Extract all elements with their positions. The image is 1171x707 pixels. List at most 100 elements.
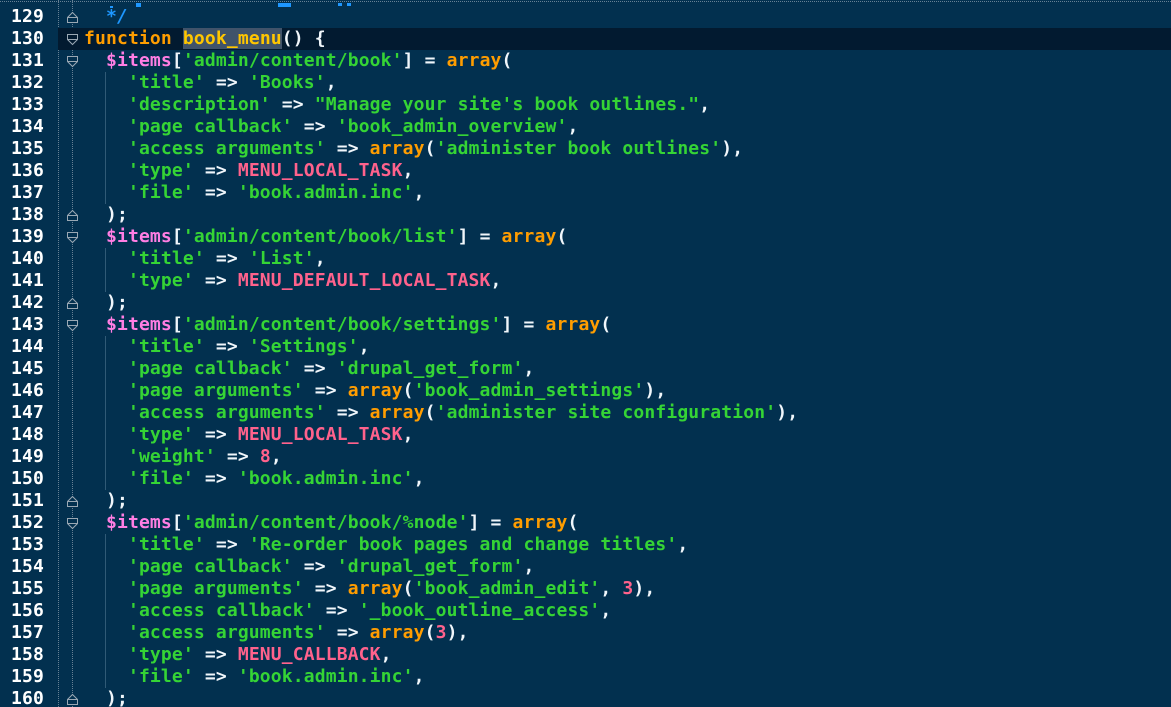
token-plain: ( [403, 578, 414, 599]
token-plain: ), [447, 622, 469, 643]
token-keyword: array [513, 512, 568, 533]
token-plain: , [600, 600, 611, 621]
token-plain: , [315, 248, 326, 269]
token-plain: ] = [403, 50, 447, 71]
fold-close-icon[interactable] [66, 297, 79, 310]
code-line[interactable]: 153 'title' => 'Re-order book pages and … [0, 534, 1171, 556]
token-keyword: array [348, 380, 403, 401]
token-string: 'type' [128, 160, 194, 181]
fold-close-icon[interactable] [66, 693, 79, 706]
token-string: '_book_outline_access' [359, 600, 601, 621]
token-variable: $items [106, 226, 172, 247]
token-string: 'admin/content/book/%node' [183, 512, 469, 533]
code-editor[interactable]: 129 */130function book_menu() {131 $item… [0, 0, 1171, 707]
code-line[interactable]: 151 ); [0, 490, 1171, 512]
token-number: 3 [622, 578, 633, 599]
code-line[interactable]: 135 'access arguments' => array('adminis… [0, 138, 1171, 160]
token-plain [84, 380, 128, 401]
fold-open-icon[interactable] [66, 517, 79, 530]
code-line[interactable]: 134 'page callback' => 'book_admin_overv… [0, 116, 1171, 138]
token-string: 'List' [249, 248, 315, 269]
line-number: 160 [0, 688, 44, 707]
line-number: 151 [0, 490, 44, 512]
code-line[interactable]: 152 $items['admin/content/book/%node'] =… [0, 512, 1171, 534]
token-plain: ] = [502, 314, 546, 335]
code-text: ); [84, 688, 128, 707]
code-line[interactable]: 138 ); [0, 204, 1171, 226]
code-line[interactable]: 159 'file' => 'book.admin.inc', [0, 666, 1171, 688]
token-string: 'access arguments' [128, 138, 326, 159]
line-number: 130 [0, 28, 44, 50]
token-string: 'weight' [128, 446, 216, 467]
line-number: 134 [0, 116, 44, 138]
token-plain: ( [567, 512, 578, 533]
token-string: 'page callback' [128, 556, 293, 577]
code-line[interactable]: 154 'page callback' => 'drupal_get_form'… [0, 556, 1171, 578]
code-line[interactable]: 155 'page arguments' => array('book_admi… [0, 578, 1171, 600]
token-plain: => [194, 160, 238, 181]
code-line[interactable]: 145 'page callback' => 'drupal_get_form'… [0, 358, 1171, 380]
fold-open-icon[interactable] [66, 55, 79, 68]
code-line[interactable]: 148 'type' => MENU_LOCAL_TASK, [0, 424, 1171, 446]
token-string: 'book.admin.inc' [238, 666, 414, 687]
token-plain [84, 270, 128, 291]
code-line[interactable]: 141 'type' => MENU_DEFAULT_LOCAL_TASK, [0, 270, 1171, 292]
token-plain: , [271, 446, 282, 467]
code-line[interactable]: 158 'type' => MENU_CALLBACK, [0, 644, 1171, 666]
code-text: 'file' => 'book.admin.inc', [84, 468, 425, 490]
line-number: 132 [0, 72, 44, 94]
token-plain: ); [84, 292, 128, 313]
code-line[interactable]: 157 'access arguments' => array(3), [0, 622, 1171, 644]
code-text: 'weight' => 8, [84, 446, 282, 468]
code-line[interactable]: 144 'title' => 'Settings', [0, 336, 1171, 358]
code-text: 'title' => 'Settings', [84, 336, 370, 358]
code-line[interactable]: 133 'description' => "Manage your site's… [0, 94, 1171, 116]
fold-open-icon[interactable] [66, 231, 79, 244]
code-line[interactable]: 147 'access arguments' => array('adminis… [0, 402, 1171, 424]
code-line[interactable]: 140 'title' => 'List', [0, 248, 1171, 270]
token-plain: => [293, 116, 337, 137]
code-line[interactable]: 137 'file' => 'book.admin.inc', [0, 182, 1171, 204]
token-plain: => [194, 468, 238, 489]
code-line[interactable]: 139 $items['admin/content/book/list'] = … [0, 226, 1171, 248]
fold-open-icon[interactable] [66, 33, 79, 46]
code-text: ); [84, 204, 128, 226]
code-line[interactable]: 149 'weight' => 8, [0, 446, 1171, 468]
line-number: 129 [0, 6, 44, 28]
token-plain [84, 160, 128, 181]
token-string: 'drupal_get_form' [337, 358, 524, 379]
fold-open-icon[interactable] [66, 319, 79, 332]
line-number: 139 [0, 226, 44, 248]
top-dotted-divider [0, 1, 1171, 2]
code-line[interactable]: 150 'file' => 'book.admin.inc', [0, 468, 1171, 490]
token-string: 'book_admin_edit' [414, 578, 601, 599]
code-line[interactable]: 143 $items['admin/content/book/settings'… [0, 314, 1171, 336]
token-string: 'admin/content/book/list' [183, 226, 458, 247]
token-plain: => [293, 358, 337, 379]
token-constant: MENU_LOCAL_TASK [238, 424, 403, 445]
fold-close-icon[interactable] [66, 11, 79, 24]
token-string: 'book.admin.inc' [238, 182, 414, 203]
code-line[interactable]: 146 'page arguments' => array('book_admi… [0, 380, 1171, 402]
token-plain [84, 336, 128, 357]
token-plain: => [205, 248, 249, 269]
code-line[interactable]: 129 */ [0, 6, 1171, 28]
token-plain: [ [172, 314, 183, 335]
fold-close-icon[interactable] [66, 495, 79, 508]
token-constant: MENU_CALLBACK [238, 644, 381, 665]
code-text: 'page arguments' => array('book_admin_ed… [84, 578, 655, 600]
line-number: 148 [0, 424, 44, 446]
token-string: 'book_admin_overview' [337, 116, 568, 137]
line-number: 144 [0, 336, 44, 358]
code-line[interactable]: 156 'access callback' => '_book_outline_… [0, 600, 1171, 622]
code-line[interactable]: 142 ); [0, 292, 1171, 314]
code-line[interactable]: 160 ); [0, 688, 1171, 707]
code-line[interactable]: 130function book_menu() { [0, 28, 1171, 50]
fold-close-icon[interactable] [66, 209, 79, 222]
code-line[interactable]: 136 'type' => MENU_LOCAL_TASK, [0, 160, 1171, 182]
token-constant: MENU_DEFAULT_LOCAL_TASK [238, 270, 491, 291]
token-plain: => [326, 622, 370, 643]
line-number: 131 [0, 50, 44, 72]
code-line[interactable]: 131 $items['admin/content/book'] = array… [0, 50, 1171, 72]
code-line[interactable]: 132 'title' => 'Books', [0, 72, 1171, 94]
